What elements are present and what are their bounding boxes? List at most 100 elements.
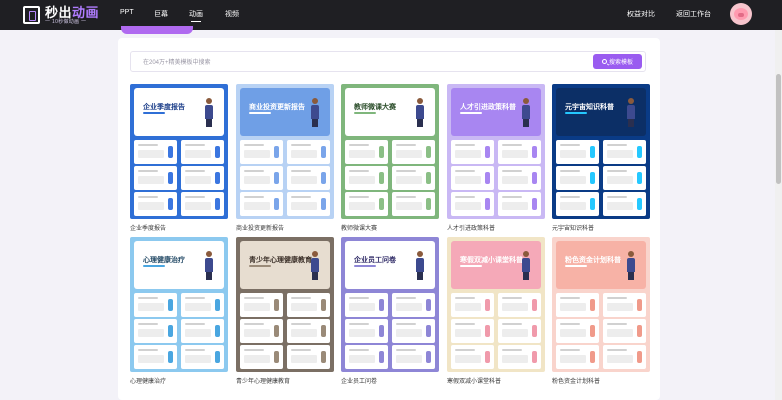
template-thumbnail[interactable]: 心理健康治疗 <box>130 237 228 372</box>
template-caption[interactable]: 心理健康治疗 <box>130 376 228 385</box>
logo[interactable]: 秒出动画 一 10秒做动画 一 <box>23 4 99 26</box>
template-caption[interactable]: 教师微课大赛 <box>341 223 439 232</box>
template-card[interactable]: 教师微课大赛 教师微课大赛 <box>341 84 439 232</box>
thumbnail-title: 教师微课大赛 <box>354 104 396 111</box>
template-card[interactable]: 元宇宙知识科普 元宇宙知识科普 <box>552 84 650 232</box>
search-input[interactable]: 在204万+精美模板中搜索 <box>143 57 211 66</box>
thumbnail-slide-preview <box>451 293 494 317</box>
template-card[interactable]: 心理健康治疗 心理健康治疗 <box>130 237 228 385</box>
scroll-thumb[interactable] <box>776 74 781 184</box>
template-card[interactable]: 商业投资更新报告 商业投资更新报告 <box>236 84 334 232</box>
thumbnail-title-slide: 心理健康治疗 <box>134 241 224 289</box>
thumbnail-title: 人才引进政策科普 <box>460 104 516 111</box>
thumbnail-slide-preview <box>498 192 541 216</box>
nav-item-animation[interactable]: 动画 <box>189 9 203 22</box>
thumbnail-title: 青少年心理健康教育 <box>249 257 312 264</box>
thumbnail-slide-preview <box>451 166 494 190</box>
nav-item-video[interactable]: 视频 <box>225 9 239 19</box>
template-caption[interactable]: 寒假双减小课堂科普 <box>447 376 545 385</box>
nav-item-ppt[interactable]: PPT <box>120 9 134 16</box>
page-scrollbar[interactable] <box>775 30 782 400</box>
template-thumbnail[interactable]: 企业员工问卷 <box>341 237 439 372</box>
thumbnail-slide-preview <box>392 293 435 317</box>
search-button[interactable]: 搜索模板 <box>593 54 642 69</box>
template-thumbnail[interactable]: 青少年心理健康教育 <box>236 237 334 372</box>
thumbnail-slide-preview <box>603 140 646 164</box>
thumbnail-slide-preview <box>392 166 435 190</box>
thumbnail-slide-preview <box>603 319 646 343</box>
logo-subtitle: 一 10秒做动画 一 <box>45 18 87 25</box>
thumbnail-slide-preview <box>240 166 283 190</box>
template-card[interactable]: 企业员工问卷 企业员工问卷 <box>341 237 439 385</box>
thumbnail-title: 商业投资更新报告 <box>249 104 305 111</box>
thumbnail-title-slide: 商业投资更新报告 <box>240 88 330 136</box>
benefits-compare-link[interactable]: 权益对比 <box>627 9 655 19</box>
template-thumbnail[interactable]: 教师微课大赛 <box>341 84 439 219</box>
presenter-figure-icon <box>521 251 531 281</box>
thumbnail-slide-preview <box>498 293 541 317</box>
presenter-figure-icon <box>310 251 320 281</box>
template-thumbnail[interactable]: 元宇宙知识科普 <box>552 84 650 219</box>
thumbnail-title-slide: 青少年心理健康教育 <box>240 241 330 289</box>
thumbnail-slide-preview <box>240 293 283 317</box>
category-tab-indicator[interactable] <box>121 26 193 34</box>
presenter-figure-icon <box>204 98 214 128</box>
user-avatar[interactable] <box>730 3 752 25</box>
thumbnail-slide-preview <box>134 319 177 343</box>
back-to-workspace-link[interactable]: 返回工作台 <box>676 9 711 19</box>
template-card[interactable]: 粉色资金计划科普 粉色资金计划科普 <box>552 237 650 385</box>
thumbnail-slide-preview <box>287 319 330 343</box>
thumbnail-slide-preview <box>240 345 283 369</box>
thumbnail-slide-preview <box>345 192 388 216</box>
thumbnail-title-slide: 寒假双减小课堂科普 <box>451 241 541 289</box>
template-caption[interactable]: 粉色资金计划科普 <box>552 376 650 385</box>
template-thumbnail[interactable]: 商业投资更新报告 <box>236 84 334 219</box>
top-navigation-bar: 秒出动画 一 10秒做动画 一 PPT 巨幕 动画 视频 权益对比 返回工作台 <box>0 0 782 30</box>
presenter-figure-icon <box>204 251 214 281</box>
template-card[interactable]: 企业季度报告 企业季度报告 <box>130 84 228 232</box>
thumbnail-slide-preview <box>134 293 177 317</box>
presenter-figure-icon <box>626 98 636 128</box>
thumbnail-slide-preview <box>345 293 388 317</box>
presenter-figure-icon <box>415 251 425 281</box>
template-caption[interactable]: 青少年心理健康教育 <box>236 376 334 385</box>
thumbnail-slide-preview <box>181 293 224 317</box>
presenter-figure-icon <box>626 251 636 281</box>
thumbnail-slide-preview <box>556 319 599 343</box>
template-card[interactable]: 寒假双减小课堂科普 寒假双减小课堂科普 <box>447 237 545 385</box>
template-thumbnail[interactable]: 人才引进政策科普 <box>447 84 545 219</box>
thumbnail-slide-preview <box>556 293 599 317</box>
thumbnail-slide-preview <box>392 319 435 343</box>
thumbnail-title: 企业季度报告 <box>143 104 185 111</box>
template-thumbnail[interactable]: 粉色资金计划科普 <box>552 237 650 372</box>
thumbnail-title: 寒假双减小课堂科普 <box>460 257 523 264</box>
search-icon <box>601 59 607 64</box>
template-thumbnail[interactable]: 企业季度报告 <box>130 84 228 219</box>
template-caption[interactable]: 商业投资更新报告 <box>236 223 334 232</box>
thumbnail-slide-preview <box>392 140 435 164</box>
thumbnail-title: 心理健康治疗 <box>143 257 185 264</box>
template-card[interactable]: 人才引进政策科普 人才引进政策科普 <box>447 84 545 232</box>
template-caption[interactable]: 元宇宙知识科普 <box>552 223 650 232</box>
thumbnail-slide-preview <box>603 166 646 190</box>
thumbnail-slide-preview <box>287 192 330 216</box>
thumbnail-slide-preview <box>556 345 599 369</box>
presenter-figure-icon <box>521 98 531 128</box>
presenter-figure-icon <box>415 98 425 128</box>
thumbnail-slide-preview <box>345 319 388 343</box>
template-caption[interactable]: 企业季度报告 <box>130 223 228 232</box>
thumbnail-slide-preview <box>451 319 494 343</box>
thumbnail-slide-preview <box>134 140 177 164</box>
thumbnail-slide-preview <box>287 166 330 190</box>
thumbnail-slide-preview <box>181 140 224 164</box>
template-caption[interactable]: 企业员工问卷 <box>341 376 439 385</box>
thumbnail-slide-preview <box>498 345 541 369</box>
thumbnail-title-slide: 企业员工问卷 <box>345 241 435 289</box>
logo-icon <box>23 6 40 24</box>
template-caption[interactable]: 人才引进政策科普 <box>447 223 545 232</box>
template-thumbnail[interactable]: 寒假双减小课堂科普 <box>447 237 545 372</box>
template-card[interactable]: 青少年心理健康教育 青少年心理健康教育 <box>236 237 334 385</box>
thumbnail-slide-preview <box>181 192 224 216</box>
thumbnail-slide-preview <box>345 345 388 369</box>
nav-item-jumu[interactable]: 巨幕 <box>154 9 168 19</box>
